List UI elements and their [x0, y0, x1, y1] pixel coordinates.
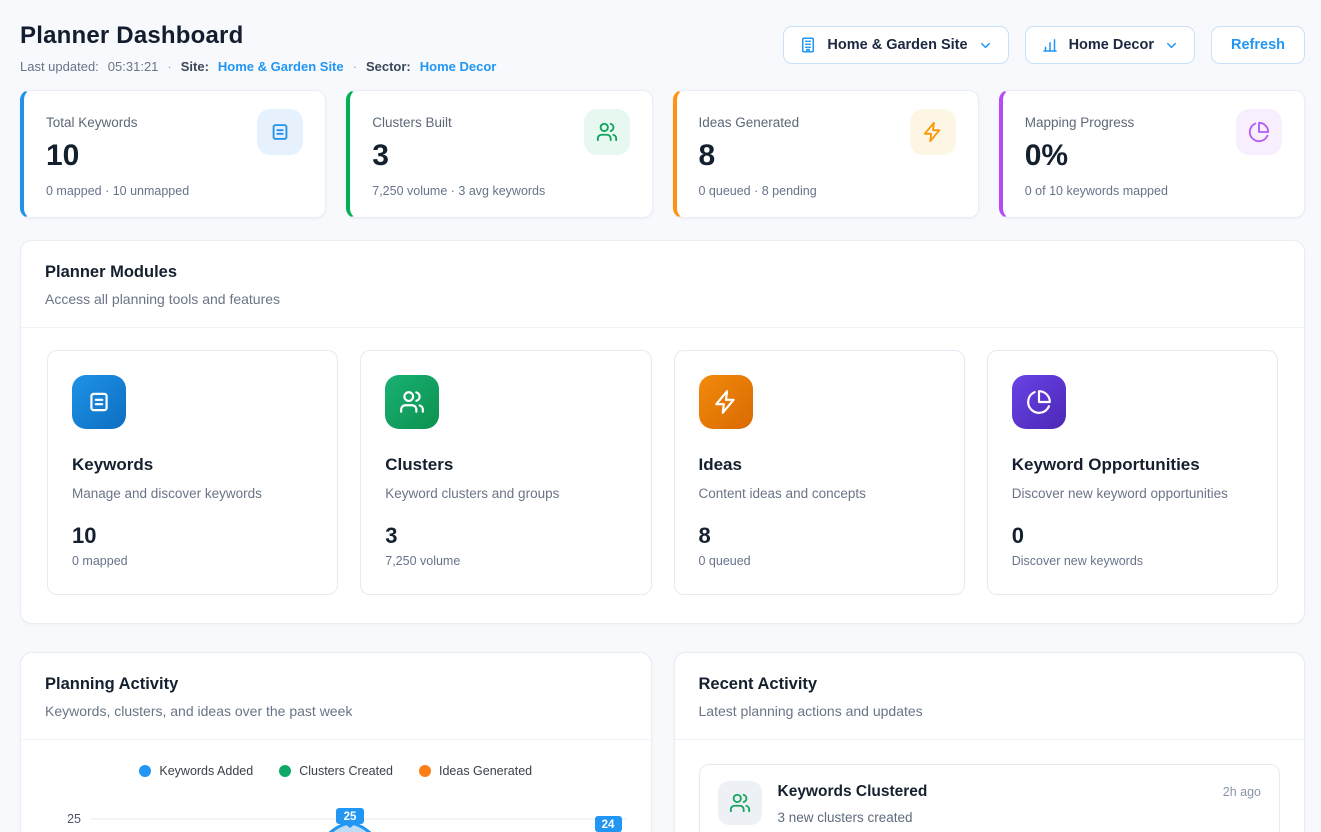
- modules-subtitle: Access all planning tools and features: [45, 291, 1280, 307]
- module-title: Keyword Opportunities: [1012, 455, 1253, 475]
- activity-timestamp: 2h ago: [1223, 785, 1261, 799]
- pie-chart-icon: [1236, 109, 1282, 155]
- lightning-icon: [699, 375, 753, 429]
- module-description: Manage and discover keywords: [72, 486, 313, 501]
- module-description: Discover new keyword opportunities: [1012, 486, 1253, 501]
- users-icon: [385, 375, 439, 429]
- stat-cards-row: Total Keywords 10 0 mapped · 10 unmapped…: [20, 90, 1305, 218]
- planning-activity-panel: Planning Activity Keywords, clusters, an…: [20, 652, 652, 832]
- legend-label: Ideas Generated: [439, 764, 532, 778]
- topbar: Planner Dashboard Last updated: 05:31:21…: [20, 20, 1305, 74]
- activity-title-row: Keywords Clustered 2h ago: [778, 783, 1262, 801]
- module-sub: Discover new keywords: [1012, 554, 1253, 568]
- stat-card-ideas-generated: Ideas Generated 8 0 queued · 8 pending: [673, 90, 979, 218]
- stat-sub: 0 queued · 8 pending: [699, 184, 956, 198]
- recent-activity-subtitle: Latest planning actions and updates: [699, 703, 1281, 719]
- stat-card-total-keywords: Total Keywords 10 0 mapped · 10 unmapped: [20, 90, 326, 218]
- module-sub: 0 mapped: [72, 554, 313, 568]
- activity-body: Keywords Clustered 2h ago 3 new clusters…: [778, 781, 1262, 825]
- users-icon: [584, 109, 630, 155]
- building-icon: [799, 36, 817, 54]
- modules-title: Planner Modules: [45, 263, 1280, 282]
- module-card-ideas[interactable]: Ideas Content ideas and concepts 8 0 que…: [674, 350, 965, 595]
- module-card-keywords[interactable]: Keywords Manage and discover keywords 10…: [47, 350, 338, 595]
- pie-chart-icon: [1012, 375, 1066, 429]
- planning-activity-header: Planning Activity Keywords, clusters, an…: [21, 653, 651, 739]
- meta-separator: ·: [167, 59, 171, 74]
- sector-link[interactable]: Home Decor: [420, 59, 497, 74]
- chart-plot-area: 25 25 24: [45, 792, 627, 832]
- module-value: 3: [385, 523, 626, 549]
- recent-activity-title: Recent Activity: [699, 675, 1281, 694]
- y-axis-tick: 25: [67, 812, 81, 826]
- activity-description: 3 new clusters created: [778, 810, 1262, 825]
- chevron-down-icon: [978, 38, 993, 53]
- module-value: 8: [699, 523, 940, 549]
- legend-item-clusters-created[interactable]: Clusters Created: [279, 764, 393, 778]
- module-title: Keywords: [72, 455, 313, 475]
- meta-separator: ·: [353, 59, 357, 74]
- stat-card-clusters-built: Clusters Built 3 7,250 volume · 3 avg ke…: [346, 90, 652, 218]
- area-chart-svg: 25 25 24: [45, 792, 637, 832]
- sector-label: Sector:: [366, 59, 411, 74]
- data-label-value: 25: [344, 811, 357, 823]
- site-selector-dropdown[interactable]: Home & Garden Site: [783, 26, 1008, 64]
- module-card-clusters[interactable]: Clusters Keyword clusters and groups 3 7…: [360, 350, 651, 595]
- lightning-icon: [910, 109, 956, 155]
- legend-item-ideas-generated[interactable]: Ideas Generated: [419, 764, 532, 778]
- planner-dashboard-page: Planner Dashboard Last updated: 05:31:21…: [0, 0, 1321, 832]
- stat-sub: 0 of 10 keywords mapped: [1025, 184, 1282, 198]
- sector-selector-label: Home Decor: [1069, 37, 1154, 53]
- planning-activity-subtitle: Keywords, clusters, and ideas over the p…: [45, 703, 627, 719]
- planning-activity-title: Planning Activity: [45, 675, 627, 694]
- recent-activity-header: Recent Activity Latest planning actions …: [675, 653, 1305, 739]
- site-label: Site:: [181, 59, 209, 74]
- chevron-down-icon: [1164, 38, 1179, 53]
- module-sub: 7,250 volume: [385, 554, 626, 568]
- stat-sub: 7,250 volume · 3 avg keywords: [372, 184, 629, 198]
- modules-panel-header: Planner Modules Access all planning tool…: [21, 241, 1304, 327]
- last-updated-label: Last updated:: [20, 59, 99, 74]
- users-icon: [718, 781, 762, 825]
- header-controls: Home & Garden Site Home Decor Refresh: [783, 26, 1305, 64]
- activity-title: Keywords Clustered: [778, 783, 928, 801]
- module-description: Content ideas and concepts: [699, 486, 940, 501]
- module-title: Clusters: [385, 455, 626, 475]
- document-icon: [72, 375, 126, 429]
- module-sub: 0 queued: [699, 554, 940, 568]
- module-title: Ideas: [699, 455, 940, 475]
- site-selector-label: Home & Garden Site: [827, 37, 967, 53]
- data-label-value: 24: [602, 819, 615, 831]
- stat-card-mapping-progress: Mapping Progress 0% 0 of 10 keywords map…: [999, 90, 1305, 218]
- legend-item-keywords-added[interactable]: Keywords Added: [139, 764, 253, 778]
- module-description: Keyword clusters and groups: [385, 486, 626, 501]
- modules-grid: Keywords Manage and discover keywords 10…: [21, 328, 1304, 623]
- activity-chart: Keywords Added Clusters Created Ideas Ge…: [21, 740, 651, 832]
- last-updated-value: 05:31:21: [108, 59, 159, 74]
- refresh-button[interactable]: Refresh: [1211, 26, 1305, 64]
- legend-dot-icon: [139, 765, 151, 777]
- module-card-keyword-opportunities[interactable]: Keyword Opportunities Discover new keywo…: [987, 350, 1278, 595]
- stat-sub: 0 mapped · 10 unmapped: [46, 184, 303, 198]
- bottom-row: Planning Activity Keywords, clusters, an…: [20, 652, 1305, 832]
- recent-activity-panel: Recent Activity Latest planning actions …: [674, 652, 1306, 832]
- page-title: Planner Dashboard: [20, 22, 496, 50]
- document-icon: [257, 109, 303, 155]
- module-value: 0: [1012, 523, 1253, 549]
- bar-chart-icon: [1041, 36, 1059, 54]
- chart-legend: Keywords Added Clusters Created Ideas Ge…: [45, 764, 627, 778]
- planner-modules-panel: Planner Modules Access all planning tool…: [20, 240, 1305, 624]
- sector-selector-dropdown[interactable]: Home Decor: [1025, 26, 1195, 64]
- legend-label: Keywords Added: [159, 764, 253, 778]
- activity-list: Keywords Clustered 2h ago 3 new clusters…: [675, 740, 1305, 832]
- legend-dot-icon: [279, 765, 291, 777]
- activity-item-keywords-clustered[interactable]: Keywords Clustered 2h ago 3 new clusters…: [699, 764, 1281, 832]
- site-link[interactable]: Home & Garden Site: [218, 59, 344, 74]
- legend-dot-icon: [419, 765, 431, 777]
- module-value: 10: [72, 523, 313, 549]
- header-meta: Last updated: 05:31:21 · Site: Home & Ga…: [20, 59, 496, 74]
- legend-label: Clusters Created: [299, 764, 393, 778]
- header-left: Planner Dashboard Last updated: 05:31:21…: [20, 20, 496, 74]
